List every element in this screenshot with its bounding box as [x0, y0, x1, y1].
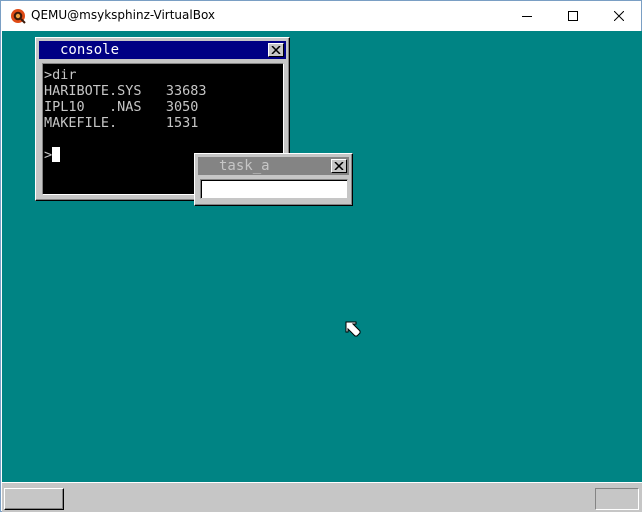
guest-desktop[interactable]: console >dir HARIBOTE.SYS 33683 IPL10 .N… — [2, 31, 642, 512]
text-cursor — [52, 147, 61, 162]
host-window: QEMU@msyksphinz-VirtualBox console >dir … — [0, 0, 642, 512]
close-icon — [271, 41, 281, 59]
task-a-close-button[interactable] — [331, 159, 347, 173]
qemu-icon — [10, 8, 26, 24]
console-line: >dir — [44, 67, 77, 83]
close-icon — [614, 11, 624, 21]
taskbar — [2, 482, 642, 512]
maximize-icon — [568, 11, 578, 21]
console-prompt: > — [44, 147, 53, 163]
mouse-cursor-icon — [345, 321, 361, 337]
window-title: QEMU@msyksphinz-VirtualBox — [31, 8, 216, 22]
task-a-titlebar[interactable]: task_a — [198, 157, 349, 175]
close-button[interactable] — [596, 1, 642, 31]
task-a-window[interactable]: task_a — [194, 153, 353, 206]
minimize-icon — [522, 11, 532, 21]
maximize-button[interactable] — [550, 1, 596, 31]
console-title: console — [60, 42, 120, 58]
start-button[interactable] — [4, 488, 64, 510]
console-titlebar[interactable]: console — [39, 41, 286, 59]
window-titlebar[interactable]: QEMU@msyksphinz-VirtualBox — [1, 1, 641, 31]
console-line: HARIBOTE.SYS 33683 — [44, 83, 207, 99]
console-line: IPL10 .NAS 3050 — [44, 99, 199, 115]
console-line: MAKEFILE. 1531 — [44, 115, 199, 131]
console-close-button[interactable] — [268, 43, 284, 57]
task-a-title: task_a — [219, 158, 270, 174]
system-tray — [595, 488, 639, 510]
task-a-input[interactable] — [200, 179, 348, 199]
close-icon — [334, 157, 344, 175]
minimize-button[interactable] — [504, 1, 550, 31]
